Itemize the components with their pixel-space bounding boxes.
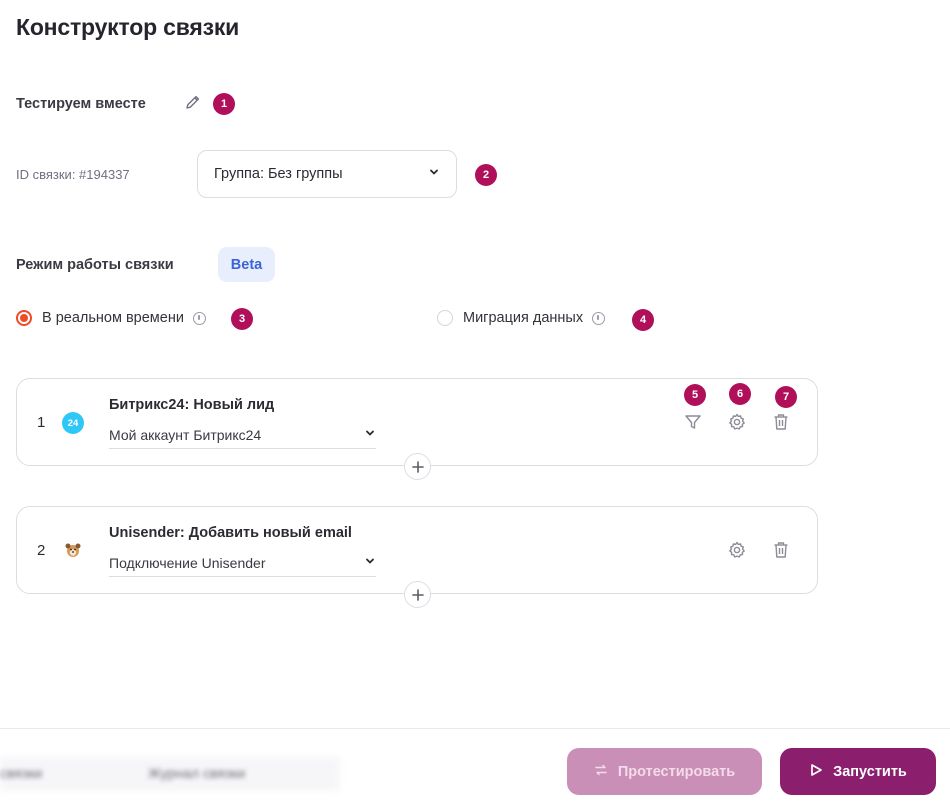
footer-tab-log[interactable]: Журнал связки bbox=[148, 765, 245, 781]
beta-badge: Beta bbox=[218, 247, 275, 282]
filter-icon[interactable] bbox=[683, 412, 705, 434]
step-card-2: 2 Unisender: Добавить новый email Подклю… bbox=[16, 506, 818, 608]
mode-option-realtime-label: В реальном времени bbox=[42, 310, 184, 326]
chevron-down-icon bbox=[428, 165, 440, 183]
trash-icon[interactable] bbox=[771, 540, 793, 562]
bundle-id-label: ID связки: #194337 bbox=[16, 167, 130, 182]
radio-realtime[interactable] bbox=[16, 310, 32, 326]
unisender-logo-icon bbox=[64, 541, 82, 559]
step-number: 1 bbox=[37, 414, 46, 431]
mode-option-migration[interactable]: Миграция данных bbox=[437, 307, 606, 329]
add-step-button[interactable] bbox=[404, 453, 431, 480]
step-title: Битрикс24: Новый лид bbox=[109, 397, 275, 413]
run-button-label: Запустить bbox=[833, 763, 907, 780]
account-select[interactable]: Подключение Unisender bbox=[109, 549, 376, 577]
add-step-button[interactable] bbox=[404, 581, 431, 608]
group-select-value: Группа: Без группы bbox=[214, 166, 343, 182]
bundle-name-row: Тестируем вместе bbox=[16, 93, 146, 115]
hint-badge-2: 2 bbox=[475, 164, 497, 186]
swap-arrows-icon bbox=[594, 763, 618, 781]
edit-name-pencil-icon[interactable] bbox=[184, 93, 204, 113]
trash-icon[interactable] bbox=[771, 412, 793, 434]
step-number: 2 bbox=[37, 542, 46, 559]
hint-badge-5: 5 bbox=[684, 384, 706, 406]
mode-label: Режим работы связки bbox=[16, 257, 174, 273]
test-button[interactable]: Протестировать bbox=[567, 748, 762, 795]
footer-bar: связки Журнал связки Протестировать Запу… bbox=[0, 728, 950, 805]
footer-tab-bundle[interactable]: связки bbox=[0, 765, 42, 781]
page-title: Конструктор связки bbox=[16, 14, 240, 40]
radio-migration[interactable] bbox=[437, 310, 453, 326]
bitrix24-logo-icon: 24 bbox=[62, 412, 84, 434]
settings-gear-icon[interactable] bbox=[727, 540, 749, 562]
settings-gear-icon[interactable] bbox=[727, 412, 749, 434]
info-icon[interactable] bbox=[192, 311, 206, 325]
hint-badge-1: 1 bbox=[213, 93, 235, 115]
step-title: Unisender: Добавить новый email bbox=[109, 525, 352, 541]
account-select[interactable]: Мой аккаунт Битрикс24 bbox=[109, 421, 376, 449]
test-button-label: Протестировать bbox=[617, 763, 736, 780]
account-select-value: Мой аккаунт Битрикс24 bbox=[109, 426, 262, 443]
info-icon[interactable] bbox=[592, 311, 606, 325]
mode-option-migration-label: Миграция данных bbox=[463, 310, 584, 326]
hint-badge-6: 6 bbox=[729, 383, 751, 405]
chevron-down-icon bbox=[364, 426, 376, 444]
hint-badge-3: 3 bbox=[231, 308, 253, 330]
mode-option-realtime[interactable]: В реальном времени bbox=[16, 307, 206, 329]
hint-badge-7: 7 bbox=[775, 386, 797, 408]
hint-badge-4: 4 bbox=[632, 309, 654, 331]
play-icon bbox=[809, 763, 833, 781]
run-button[interactable]: Запустить bbox=[780, 748, 936, 795]
chevron-down-icon bbox=[364, 554, 376, 572]
group-select[interactable]: Группа: Без группы bbox=[197, 150, 457, 198]
account-select-value: Подключение Unisender bbox=[109, 554, 266, 571]
bundle-name: Тестируем вместе bbox=[16, 96, 146, 112]
